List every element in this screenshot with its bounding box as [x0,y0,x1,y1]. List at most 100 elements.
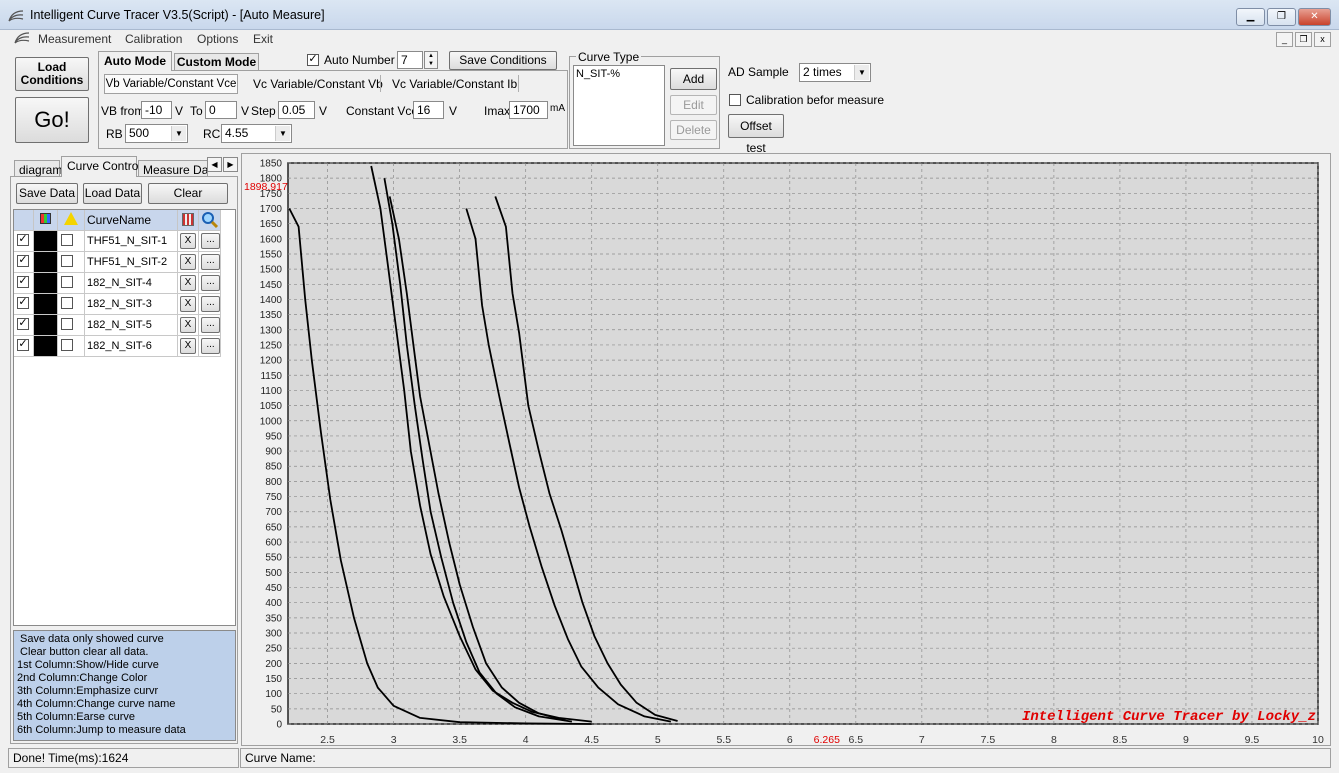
save-data-button[interactable]: Save Data [16,183,78,204]
tab-scroll-right-icon[interactable]: ▶ [223,157,238,172]
jump-to-data-button[interactable]: ... [201,254,220,270]
emphasize-checkbox[interactable] [61,339,73,351]
erase-curve-button[interactable]: X [180,317,196,333]
show-curve-checkbox[interactable]: ✓ [17,255,29,267]
y-tick-label: 750 [265,492,282,503]
tab-diagram[interactable]: diagram [14,160,62,177]
emphasize-cell [58,273,85,294]
curve-name-cell[interactable]: 182_N_SIT-5 [85,315,178,336]
curve-name-cell[interactable]: 182_N_SIT-3 [85,294,178,315]
step-input[interactable]: 0.05 [278,101,315,119]
help-line: Save data only showed curve [17,633,164,645]
tab-custom-mode[interactable]: Custom Mode [174,53,259,71]
rb-select[interactable]: 500 ▼ [125,124,188,143]
auto-number-spinner[interactable]: ▲ ▼ [424,51,438,69]
jump-to-data-button[interactable]: ... [201,338,220,354]
constant-vce-input[interactable]: 16 [413,101,444,119]
load-conditions-button[interactable]: Load Conditions [15,57,89,91]
emphasize-checkbox[interactable] [61,234,73,246]
palette-icon [40,213,51,224]
rc-select[interactable]: 4.55 ▼ [221,124,292,143]
minimize-button[interactable]: ▁ [1236,8,1265,26]
color-cell[interactable] [34,315,58,336]
jump-to-data-button[interactable]: ... [201,296,220,312]
header-show-col [14,210,34,231]
plot-area[interactable] [287,162,1319,725]
calibration-checkbox[interactable] [729,94,741,106]
show-curve-checkbox[interactable]: ✓ [17,318,29,330]
close-button[interactable]: ✕ [1298,8,1331,26]
menu-measurement[interactable]: Measurement [38,32,111,46]
emphasize-checkbox[interactable] [61,297,73,309]
y-tick-label: 1550 [260,249,283,260]
jump-to-data-button[interactable]: ... [201,233,220,249]
emphasize-checkbox[interactable] [61,276,73,288]
jump-to-data-button[interactable]: ... [201,275,220,291]
to-input[interactable]: 0 [205,101,237,119]
show-curve-checkbox[interactable]: ✓ [17,297,29,309]
erase-curve-button[interactable]: X [180,254,196,270]
tab-curve-control[interactable]: Curve Control [61,156,141,177]
color-cell[interactable] [34,273,58,294]
color-cell[interactable] [34,231,58,252]
imax-input[interactable]: 1700 [509,101,548,119]
show-cell: ✓ [14,315,34,336]
menu-options[interactable]: Options [197,32,238,46]
menu-bar: Measurement Calibration Options Exit [0,30,1339,49]
y-tick-label: 700 [265,507,282,518]
ad-sample-select[interactable]: 2 times ▼ [799,63,871,82]
erase-curve-button[interactable]: X [180,275,196,291]
curve-name-cell[interactable]: THF51_N_SIT-1 [85,231,178,252]
tab-measure-data[interactable]: Measure Data [138,160,208,176]
curve-type-list[interactable]: N_SIT-% [573,65,665,146]
vb-from-label: VB from [101,104,145,118]
erase-curve-button[interactable]: X [180,233,196,249]
erase-cell: X [178,273,199,294]
tab-scroll-left-icon[interactable]: ◀ [207,157,222,172]
subtab-vc-variable-ib[interactable]: Vc Variable/Constant Ib [392,77,517,91]
restore-button[interactable]: ❐ [1267,8,1296,26]
erase-curve-button[interactable]: X [180,338,196,354]
emphasize-cell [58,294,85,315]
offset-test-button[interactable]: Offset test [728,114,784,155]
menu-calibration[interactable]: Calibration [125,32,182,46]
save-conditions-button[interactable]: Save Conditions [449,51,557,70]
clear-button[interactable]: Clear [148,183,228,204]
delete-button[interactable]: Delete [670,120,717,140]
y-tick-label: 1600 [260,234,283,245]
mdi-minimize-button[interactable]: _ [1276,32,1293,47]
emphasize-checkbox[interactable] [61,255,73,267]
erase-curve-button[interactable]: X [180,296,196,312]
go-button[interactable]: Go! [15,97,89,143]
show-curve-checkbox[interactable]: ✓ [17,234,29,246]
to-label: To [190,104,203,118]
tab-auto-mode[interactable]: Auto Mode [98,51,172,71]
menu-exit[interactable]: Exit [253,32,273,46]
help-panel: Save data only showed curve Clear button… [13,630,236,741]
color-cell[interactable] [34,294,58,315]
vb-from-input[interactable]: -10 [141,101,172,119]
curve-chart[interactable]: 0 50 100 150 200 250 300 350 400 450 500 550 600 650 7… [242,154,1330,746]
jump-to-data-button[interactable]: ... [201,317,220,333]
edit-button[interactable]: Edit [670,95,717,115]
x-tick-label: 9.5 [1245,734,1260,745]
curve-name-cell[interactable]: THF51_N_SIT-2 [85,252,178,273]
y-tick-label: 1300 [260,325,283,336]
color-cell[interactable] [34,336,58,357]
mdi-restore-button[interactable]: ❐ [1295,32,1312,47]
subtab-vb-variable[interactable]: Vb Variable/Constant Vce [104,74,238,94]
mdi-close-button[interactable]: x [1314,32,1331,47]
subtab-vc-variable-vb[interactable]: Vc Variable/Constant Vb [253,77,383,91]
color-cell[interactable] [34,252,58,273]
header-curve-name[interactable]: CurveName [85,210,178,231]
curve-name-cell[interactable]: 182_N_SIT-4 [85,273,178,294]
curve-type-item[interactable]: N_SIT-% [574,66,664,82]
load-data-button[interactable]: Load Data [83,183,142,204]
auto-number-checkbox[interactable]: ✓ [307,54,319,66]
auto-number-input[interactable]: 7 [397,51,423,69]
show-curve-checkbox[interactable]: ✓ [17,339,29,351]
show-curve-checkbox[interactable]: ✓ [17,276,29,288]
emphasize-checkbox[interactable] [61,318,73,330]
add-button[interactable]: Add [670,68,717,90]
curve-name-cell[interactable]: 182_N_SIT-6 [85,336,178,357]
